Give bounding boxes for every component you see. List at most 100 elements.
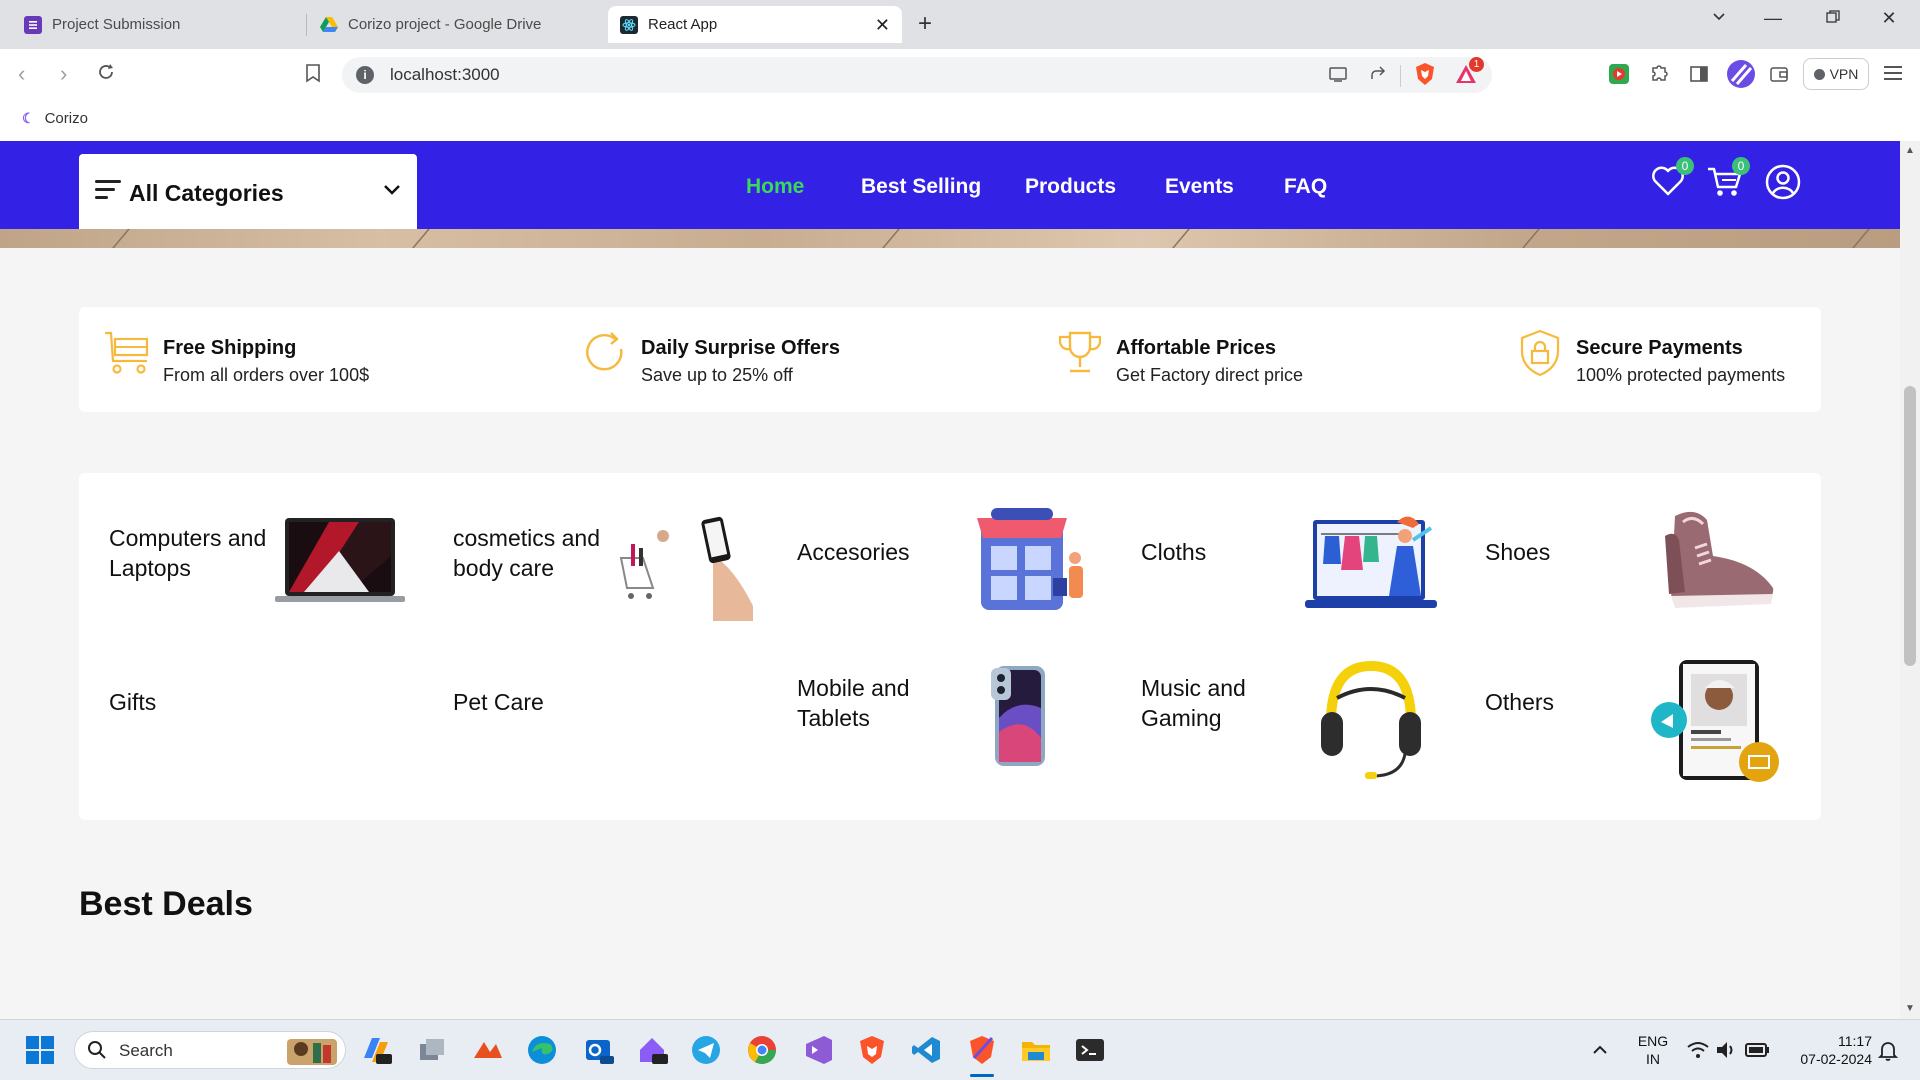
extension-red-icon[interactable]: [1608, 63, 1630, 85]
wishlist-button[interactable]: 0: [1650, 157, 1694, 203]
windows-taskbar: Search ENG IN 11:17 07-02-2024: [0, 1019, 1920, 1080]
url-text[interactable]: localhost:3000: [390, 65, 500, 85]
language-indicator[interactable]: ENG IN: [1636, 1032, 1670, 1068]
brave-browser-icon[interactable]: [856, 1034, 888, 1066]
chrome-icon[interactable]: [746, 1034, 778, 1066]
clock[interactable]: 11:17 07-02-2024: [1782, 1032, 1872, 1068]
user-profile-icon: [1765, 164, 1801, 200]
nav-products[interactable]: Products: [1025, 175, 1116, 199]
new-tab-button[interactable]: +: [918, 10, 932, 38]
nav-events[interactable]: Events: [1165, 175, 1234, 199]
reload-icon[interactable]: [96, 62, 116, 88]
all-categories-dropdown[interactable]: All Categories: [79, 154, 417, 229]
app-orange-icon[interactable]: [472, 1034, 504, 1066]
vpn-button[interactable]: VPN: [1803, 58, 1869, 90]
volume-icon[interactable]: [1714, 1038, 1738, 1062]
address-bar[interactable]: i localhost:3000 1: [342, 57, 1492, 93]
category-label: Pet Care: [453, 689, 544, 715]
restore-button[interactable]: [1818, 8, 1848, 29]
sort-menu-icon: [95, 180, 121, 200]
page-viewport: All Categories Home Best Selling Product…: [0, 141, 1900, 1019]
tab-google-drive[interactable]: Corizo project - Google Drive: [308, 6, 606, 43]
category-accesories[interactable]: Accesories: [767, 481, 1111, 631]
category-label: cosmetics and body care: [453, 525, 601, 581]
category-label: Cloths: [1141, 539, 1207, 565]
wood-grain: [412, 229, 430, 248]
category-pet-care[interactable]: Pet Care: [423, 643, 767, 793]
menu-hamburger-icon[interactable]: [1884, 64, 1906, 86]
battery-icon[interactable]: [1744, 1038, 1770, 1062]
notification-bell-icon[interactable]: [1876, 1038, 1900, 1062]
telegram-icon[interactable]: [690, 1034, 722, 1066]
cosmetics-image: [619, 516, 753, 621]
windows-start-icon[interactable]: [24, 1034, 56, 1066]
scroll-up-icon[interactable]: ▲: [1905, 145, 1915, 156]
category-others[interactable]: Others: [1455, 643, 1799, 793]
forward-icon[interactable]: ›: [60, 61, 67, 87]
cart-icon: [105, 331, 149, 374]
chevron-up-icon[interactable]: [1588, 1038, 1612, 1062]
category-computers-laptops[interactable]: Computers and Laptops: [79, 481, 423, 631]
nav-home[interactable]: Home: [746, 175, 804, 199]
scroll-down-icon[interactable]: ▼: [1905, 1003, 1915, 1014]
bookmark-corizo[interactable]: ☾ Corizo: [22, 110, 88, 127]
category-mobile-tablets[interactable]: Mobile and Tablets: [767, 643, 1111, 793]
tab-react-app[interactable]: React App ✕: [608, 6, 902, 43]
vscode-icon[interactable]: [910, 1034, 942, 1066]
terminal-icon[interactable]: [1074, 1034, 1106, 1066]
category-music-gaming[interactable]: Music and Gaming: [1111, 643, 1455, 793]
nav-best-selling[interactable]: Best Selling: [861, 175, 981, 199]
leo-ai-icon[interactable]: [1726, 59, 1756, 89]
category-cosmetics[interactable]: cosmetics and body care: [423, 481, 767, 631]
category-cloths[interactable]: Cloths: [1111, 481, 1455, 631]
home-app-icon[interactable]: [636, 1034, 668, 1066]
bookmark-label: Corizo: [44, 110, 88, 127]
vpn-label: VPN: [1829, 66, 1859, 82]
nav-faq[interactable]: FAQ: [1284, 175, 1327, 199]
tab-search-chevron-icon[interactable]: [1704, 8, 1734, 29]
forms-icon: [24, 15, 42, 34]
brave-rewards-icon[interactable]: 1: [1454, 57, 1484, 85]
brave-active-icon[interactable]: [966, 1034, 998, 1066]
divider: [1400, 65, 1401, 87]
corizo-logo-icon: ☾: [22, 110, 35, 126]
edge-icon[interactable]: [526, 1034, 558, 1066]
file-explorer-icon[interactable]: [1020, 1034, 1052, 1066]
visual-studio-icon[interactable]: [802, 1034, 834, 1066]
wood-grain: [112, 229, 130, 248]
site-navbar: All Categories Home Best Selling Product…: [0, 141, 1900, 229]
brave-shields-icon[interactable]: [1414, 62, 1436, 85]
sidebar-icon[interactable]: [1688, 63, 1710, 85]
wallet-icon[interactable]: [1768, 63, 1790, 85]
features-strip: Free Shipping From all orders over 100$ …: [79, 307, 1821, 412]
category-label: Mobile and Tablets: [797, 675, 910, 731]
feature-title: Free Shipping: [163, 337, 297, 359]
vpn-status-icon: [1813, 68, 1825, 80]
site-info-icon[interactable]: i: [356, 66, 374, 84]
share-icon[interactable]: [1368, 64, 1390, 86]
page-scrollbar[interactable]: ▲ ▼: [1900, 141, 1920, 1019]
task-view-icon[interactable]: [416, 1034, 448, 1066]
close-tab-icon[interactable]: ✕: [875, 15, 890, 36]
back-icon[interactable]: ‹: [18, 61, 25, 87]
scroll-thumb[interactable]: [1904, 386, 1916, 666]
feature-title: Secure Payments: [1576, 337, 1743, 359]
taskbar-search-box[interactable]: Search: [74, 1031, 346, 1069]
extensions-puzzle-icon[interactable]: [1648, 63, 1670, 85]
category-gifts[interactable]: Gifts: [79, 643, 423, 793]
category-shoes[interactable]: Shoes: [1455, 481, 1799, 631]
profile-button[interactable]: [1764, 163, 1804, 203]
close-window-button[interactable]: ✕: [1874, 8, 1904, 29]
copilot-icon[interactable]: [360, 1034, 392, 1066]
bookmark-icon[interactable]: [304, 63, 326, 85]
tab-project-submission[interactable]: Project Submission: [12, 6, 302, 43]
cast-icon[interactable]: [1328, 64, 1350, 86]
headphones-image: [1321, 660, 1421, 779]
wood-grain: [1852, 229, 1870, 248]
clock-time: 11:17: [1838, 1033, 1872, 1049]
minimize-button[interactable]: —: [1758, 8, 1788, 29]
search-highlight-illustration-icon: [287, 1039, 337, 1065]
wifi-icon[interactable]: [1686, 1038, 1710, 1062]
cart-button[interactable]: 0: [1706, 157, 1750, 203]
outlook-icon[interactable]: [582, 1034, 614, 1066]
